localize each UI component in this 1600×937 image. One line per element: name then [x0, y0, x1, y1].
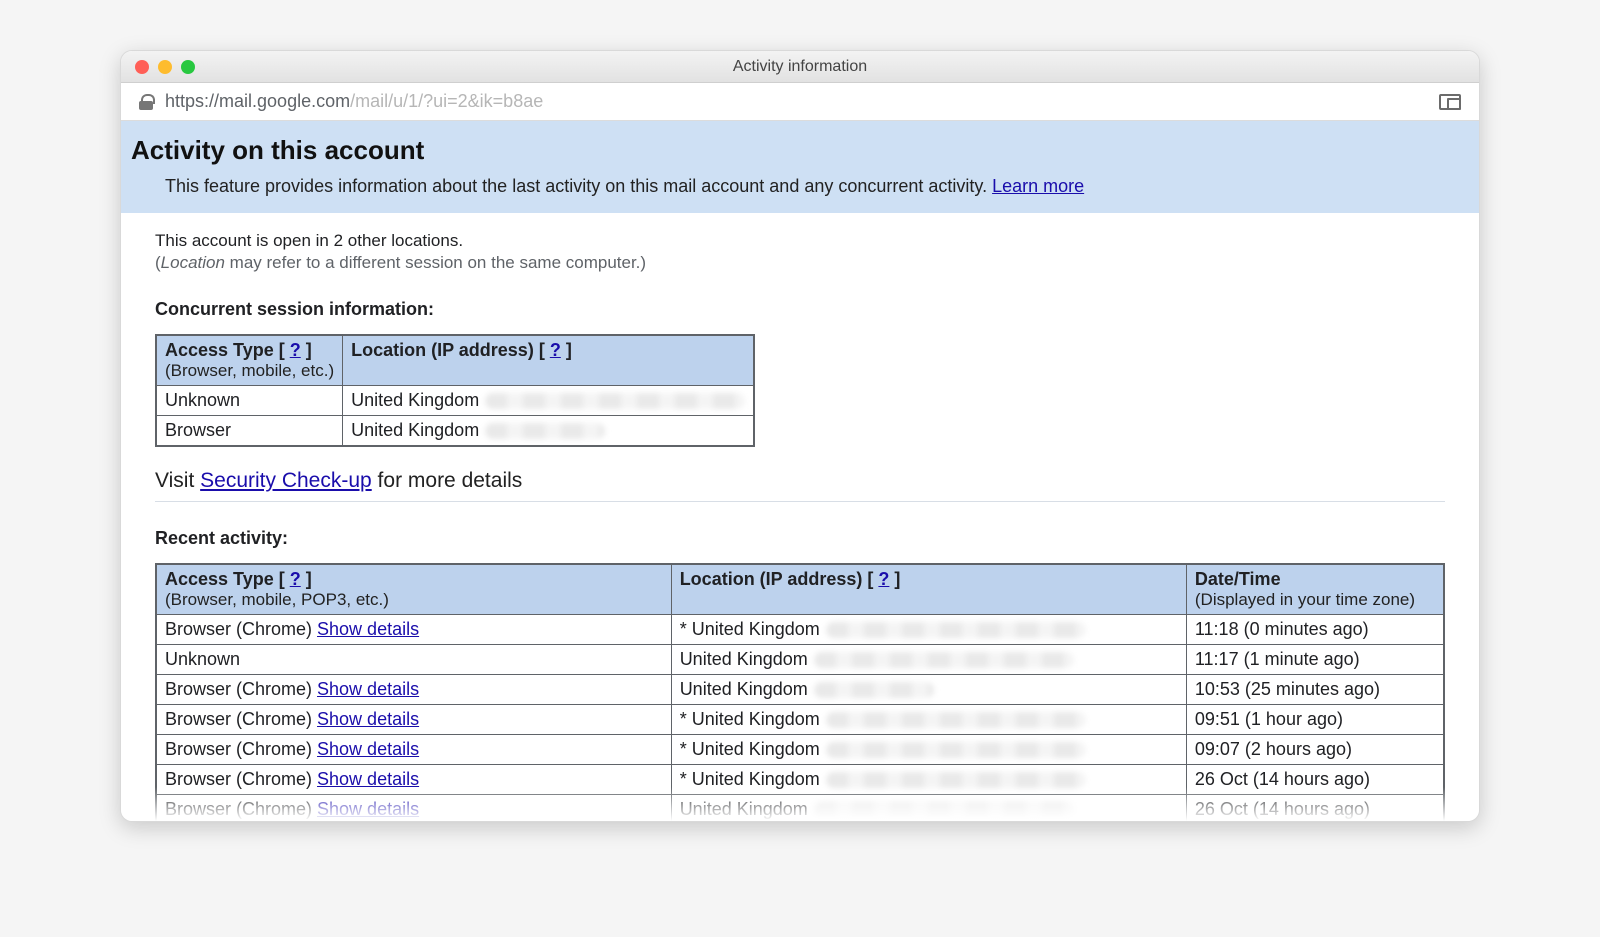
col-location: Location (IP address) [ ? ] — [671, 564, 1186, 615]
table-row: Browser (Chrome) Show detailsUnited King… — [156, 675, 1444, 705]
table-row: Browser (Chrome) Show details* United Ki… — [156, 705, 1444, 735]
window-title: Activity information — [121, 58, 1479, 76]
table-row: UnknownUnited Kingdom — [156, 386, 754, 416]
cell-access-type: Unknown — [156, 645, 671, 675]
redacted-ip — [485, 423, 605, 439]
window-controls — [135, 60, 195, 74]
help-access-type-icon[interactable]: ? — [290, 340, 301, 360]
cell-location: * United Kingdom — [671, 705, 1186, 735]
url-host: https://mail.google.com — [165, 91, 350, 111]
url: https://mail.google.com/mail/u/1/?ui=2&i… — [165, 91, 543, 112]
cell-datetime: 09:51 (1 hour ago) — [1186, 705, 1444, 735]
table-row: Browser (Chrome) Show details* United Ki… — [156, 615, 1444, 645]
page-viewport: Activity on this account This feature pr… — [121, 121, 1479, 821]
cell-access-type: Browser (Chrome) Show details — [156, 795, 671, 822]
redacted-ip — [826, 742, 1086, 758]
cell-access-type: Browser (Chrome) Show details — [156, 765, 671, 795]
divider — [155, 501, 1445, 502]
cell-datetime: 11:18 (0 minutes ago) — [1186, 615, 1444, 645]
url-path: /mail/u/1/?ui=2&ik=b8ae — [350, 91, 543, 111]
recent-activity-title: Recent activity: — [155, 528, 1445, 549]
cell-access-type: Browser (Chrome) Show details — [156, 615, 671, 645]
cell-access-type: Browser (Chrome) Show details — [156, 705, 671, 735]
cell-location: * United Kingdom — [671, 765, 1186, 795]
redacted-ip — [814, 652, 1074, 668]
recent-activity-table: Access Type [ ? ] (Browser, mobile, POP3… — [155, 563, 1445, 821]
redacted-ip — [826, 622, 1086, 638]
help-location-icon[interactable]: ? — [878, 569, 889, 589]
show-details-link[interactable]: Show details — [317, 679, 419, 699]
cell-access-type: Browser (Chrome) Show details — [156, 675, 671, 705]
concurrent-title: Concurrent session information: — [155, 299, 1445, 320]
security-checkup-link[interactable]: Security Check-up — [200, 469, 372, 492]
cell-location: United Kingdom — [343, 416, 755, 447]
cell-location: United Kingdom — [671, 795, 1186, 822]
cell-location: United Kingdom — [671, 645, 1186, 675]
table-row: Browser (Chrome) Show details* United Ki… — [156, 735, 1444, 765]
cell-access-type: Unknown — [156, 386, 343, 416]
cell-location: * United Kingdom — [671, 615, 1186, 645]
page-banner: Activity on this account This feature pr… — [121, 121, 1479, 213]
close-window-button[interactable] — [135, 60, 149, 74]
page-content: This account is open in 2 other location… — [121, 213, 1479, 821]
page-title: Activity on this account — [131, 135, 1473, 166]
learn-more-link[interactable]: Learn more — [992, 176, 1084, 196]
cell-datetime: 10:53 (25 minutes ago) — [1186, 675, 1444, 705]
show-details-link[interactable]: Show details — [317, 799, 419, 819]
cell-datetime: 09:07 (2 hours ago) — [1186, 735, 1444, 765]
lock-icon — [139, 94, 153, 110]
banner-subtext: This feature provides information about … — [165, 176, 1473, 197]
minimize-window-button[interactable] — [158, 60, 172, 74]
table-row: Browser (Chrome) Show detailsUnited King… — [156, 795, 1444, 822]
cell-location: United Kingdom — [343, 386, 755, 416]
cell-datetime: 11:17 (1 minute ago) — [1186, 645, 1444, 675]
table-row: Browser (Chrome) Show details* United Ki… — [156, 765, 1444, 795]
col-location: Location (IP address) [ ? ] — [343, 335, 755, 386]
redacted-ip — [814, 802, 1074, 818]
redacted-ip — [814, 682, 934, 698]
col-access-type: Access Type [ ? ] (Browser, mobile, POP3… — [156, 564, 671, 615]
redacted-ip — [826, 772, 1086, 788]
visit-security-line: Visit Security Check-up for more details — [155, 469, 1445, 493]
cell-access-type: Browser (Chrome) Show details — [156, 735, 671, 765]
col-access-type: Access Type [ ? ] (Browser, mobile, etc.… — [156, 335, 343, 386]
cell-location: United Kingdom — [671, 675, 1186, 705]
redacted-ip — [485, 393, 745, 409]
show-details-link[interactable]: Show details — [317, 619, 419, 639]
browser-window: Activity information https://mail.google… — [120, 50, 1480, 822]
table-row: UnknownUnited Kingdom11:17 (1 minute ago… — [156, 645, 1444, 675]
show-details-link[interactable]: Show details — [317, 739, 419, 759]
window-titlebar: Activity information — [121, 51, 1479, 83]
table-row: BrowserUnited Kingdom — [156, 416, 754, 447]
open-locations-text: This account is open in 2 other location… — [155, 231, 1445, 251]
col-datetime: Date/Time (Displayed in your time zone) — [1186, 564, 1444, 615]
redacted-ip — [826, 712, 1086, 728]
cell-access-type: Browser — [156, 416, 343, 447]
cell-location: * United Kingdom — [671, 735, 1186, 765]
show-details-link[interactable]: Show details — [317, 769, 419, 789]
concurrent-sessions-table: Access Type [ ? ] (Browser, mobile, etc.… — [155, 334, 755, 447]
responsive-mode-icon[interactable] — [1439, 94, 1461, 110]
address-bar[interactable]: https://mail.google.com/mail/u/1/?ui=2&i… — [121, 83, 1479, 121]
zoom-window-button[interactable] — [181, 60, 195, 74]
show-details-link[interactable]: Show details — [317, 709, 419, 729]
help-access-type-icon[interactable]: ? — [290, 569, 301, 589]
cell-datetime: 26 Oct (14 hours ago) — [1186, 795, 1444, 822]
help-location-icon[interactable]: ? — [550, 340, 561, 360]
open-locations-note: (Location may refer to a different sessi… — [155, 253, 1445, 273]
cell-datetime: 26 Oct (14 hours ago) — [1186, 765, 1444, 795]
